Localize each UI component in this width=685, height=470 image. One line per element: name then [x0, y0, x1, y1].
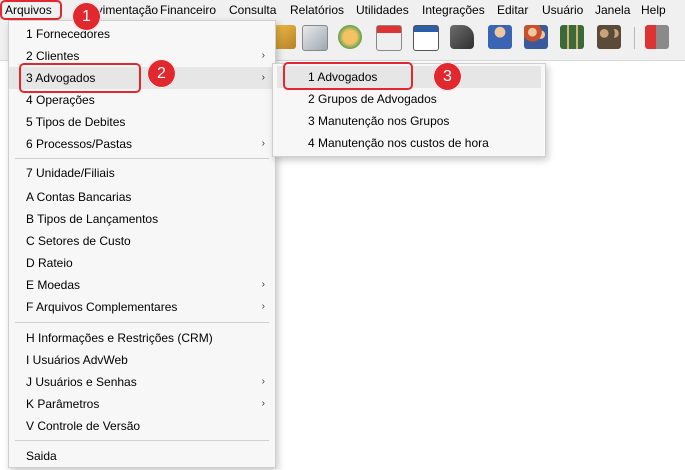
menu-relatorios[interactable]: Relatórios [290, 3, 344, 18]
menu-editar[interactable]: Editar [497, 3, 528, 18]
chevron-right-icon: › [261, 50, 265, 61]
menu-financeiro[interactable]: Financeiro [160, 3, 216, 18]
menu-usuario[interactable]: Usuário [542, 3, 583, 18]
menu-integracoes[interactable]: Integrações [422, 3, 485, 18]
menu-item-contas-bancarias[interactable]: A Contas Bancarias [9, 186, 275, 208]
menu-help[interactable]: Help [641, 3, 666, 18]
menu-item-setores-de-custo[interactable]: C Setores de Custo [9, 230, 275, 252]
highlight-box-submenu-advogados [283, 62, 413, 90]
menu-janela[interactable]: Janela [595, 3, 630, 18]
chevron-right-icon: › [261, 72, 265, 83]
submenu-item-grupos-de-advogados[interactable]: 2 Grupos de Advogados [273, 88, 545, 110]
calendar-icon[interactable] [376, 25, 402, 51]
chevron-right-icon: › [261, 279, 265, 290]
toolbar-separator [634, 27, 635, 49]
submenu-item-manutencao-grupos[interactable]: 3 Manutenção nos Grupos [273, 110, 545, 132]
menu-item-processos-pastas[interactable]: 6 Processos/Pastas › [9, 133, 275, 155]
chevron-right-icon: › [261, 398, 265, 409]
menu-consulta[interactable]: Consulta [229, 3, 276, 18]
chevron-right-icon: › [261, 376, 265, 387]
step-badge-3: 3 [433, 62, 462, 91]
submenu-item-manutencao-custos-hora[interactable]: 4 Manutenção nos custos de hora [273, 132, 545, 154]
highlight-box-advogados [19, 63, 141, 93]
menu-item-moedas[interactable]: E Moedas › [9, 274, 275, 296]
step-badge-2: 2 [147, 59, 176, 88]
chevron-right-icon: › [261, 138, 265, 149]
menu-separator [15, 322, 269, 323]
menu-item-usuarios-e-senhas[interactable]: J Usuários e Senhas › [9, 371, 275, 393]
menu-item-tipos-de-debites[interactable]: 5 Tipos de Debites [9, 111, 275, 133]
calendar-clock-icon[interactable] [302, 25, 328, 51]
menu-item-unidade-filiais[interactable]: 7 Unidade/Filiais [9, 162, 275, 184]
group-icon[interactable] [597, 25, 621, 49]
menu-item-saida[interactable]: Saida [9, 445, 275, 467]
menu-item-arquivos-complementares[interactable]: F Arquivos Complementares › [9, 296, 275, 318]
users-icon[interactable] [524, 25, 548, 49]
send-arrow-icon[interactable] [450, 25, 474, 49]
chevron-right-icon: › [261, 301, 265, 312]
menu-bar: Arquivos Movimentação Financeiro Consult… [0, 0, 685, 20]
highlight-box-arquivos [0, 0, 62, 20]
menu-item-rateio[interactable]: D Rateio [9, 252, 275, 274]
menu-item-controle-de-versao[interactable]: V Controle de Versão [9, 415, 275, 437]
menu-utilidades[interactable]: Utilidades [356, 3, 409, 18]
grid-users-icon[interactable] [560, 25, 584, 49]
report-chart-icon[interactable] [413, 25, 439, 51]
menu-item-parametros[interactable]: K Parâmetros › [9, 393, 275, 415]
menu-item-informacoes-crm[interactable]: H Informações e Restrições (CRM) [9, 327, 275, 349]
menu-item-fornecedores[interactable]: 1 Fornecedores [9, 23, 275, 45]
menu-item-usuarios-advweb[interactable]: I Usuários AdvWeb [9, 349, 275, 371]
exit-icon[interactable] [645, 25, 669, 49]
step-badge-1: 1 [72, 2, 101, 31]
menu-separator [15, 440, 269, 441]
menu-separator [15, 158, 269, 159]
menu-item-tipos-de-lancamentos[interactable]: B Tipos de Lançamentos [9, 208, 275, 230]
user-icon[interactable] [488, 25, 512, 49]
folder-icon[interactable] [338, 25, 362, 49]
